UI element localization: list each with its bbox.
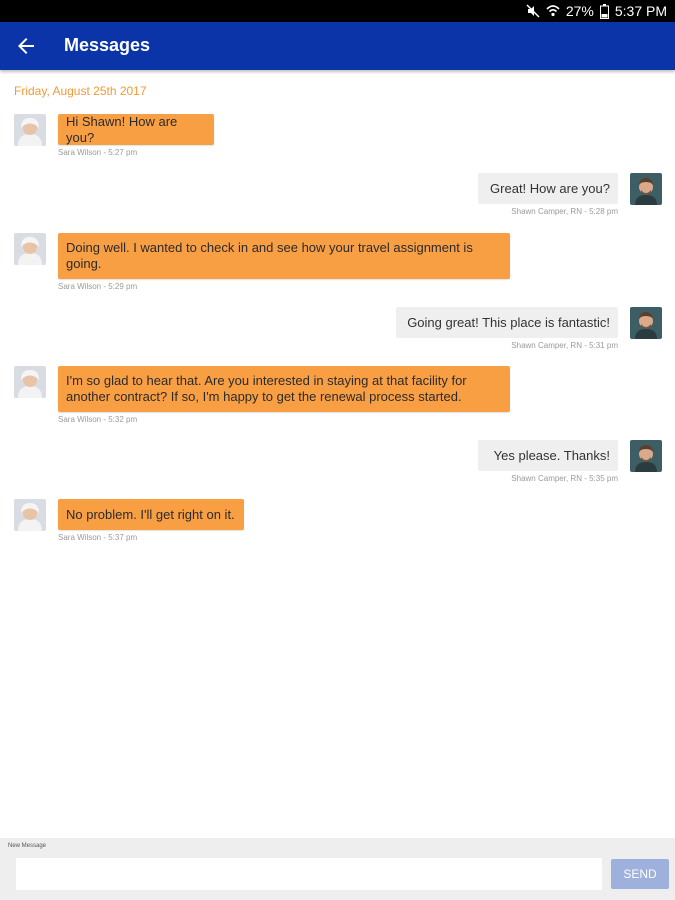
- avatar-sara: [14, 233, 46, 265]
- message-bubble-incoming: Doing well. I wanted to check in and see…: [58, 233, 510, 279]
- send-button[interactable]: SEND: [611, 859, 669, 889]
- message-bubble-incoming: I'm so glad to hear that. Are you intere…: [58, 366, 510, 412]
- date-label: Friday, August 25th 2017: [14, 84, 147, 98]
- message-bubble-incoming: No problem. I'll get right on it.: [58, 499, 244, 530]
- message-composer: New Message SEND: [0, 838, 675, 900]
- message-meta: Sara Wilson - 5:27 pm: [58, 148, 138, 157]
- wifi-icon: [546, 4, 560, 18]
- clock: 5:37 PM: [614, 3, 667, 19]
- message-meta: Shawn Camper, RN - 5:35 pm: [511, 474, 618, 483]
- avatar-sara: [14, 114, 46, 146]
- status-bar: 27% 5:37 PM: [0, 0, 675, 22]
- battery-percent: 27%: [565, 3, 594, 19]
- message-meta: Sara Wilson - 5:29 pm: [58, 282, 138, 291]
- avatar-sara: [14, 499, 46, 531]
- message-meta: Sara Wilson - 5:37 pm: [58, 533, 138, 542]
- message-input[interactable]: [16, 858, 602, 890]
- page-title: Messages: [64, 35, 151, 55]
- avatar-shawn: [630, 173, 662, 205]
- arrow-left-icon: [18, 38, 34, 54]
- status-icons: 27% 5:37 PM: [526, 3, 667, 19]
- message-bubble-outgoing: Going great! This place is fantastic!: [396, 307, 618, 338]
- composer-label: New Message: [8, 843, 47, 849]
- app-bar: Messages: [0, 22, 675, 70]
- back-button[interactable]: [14, 34, 38, 58]
- message-bubble-outgoing: Yes please. Thanks!: [478, 440, 618, 471]
- message-meta: Shawn Camper, RN - 5:28 pm: [511, 207, 618, 216]
- mute-icon: [526, 4, 540, 18]
- message-bubble-incoming: Hi Shawn! How are you?: [58, 114, 214, 145]
- message-bubble-outgoing: Great! How are you?: [478, 173, 618, 204]
- avatar-shawn: [630, 307, 662, 339]
- avatar-sara: [14, 366, 46, 398]
- message-meta: Sara Wilson - 5:32 pm: [58, 415, 138, 424]
- battery-icon: [599, 3, 609, 19]
- avatar-shawn: [630, 440, 662, 472]
- message-meta: Shawn Camper, RN - 5:31 pm: [511, 341, 618, 350]
